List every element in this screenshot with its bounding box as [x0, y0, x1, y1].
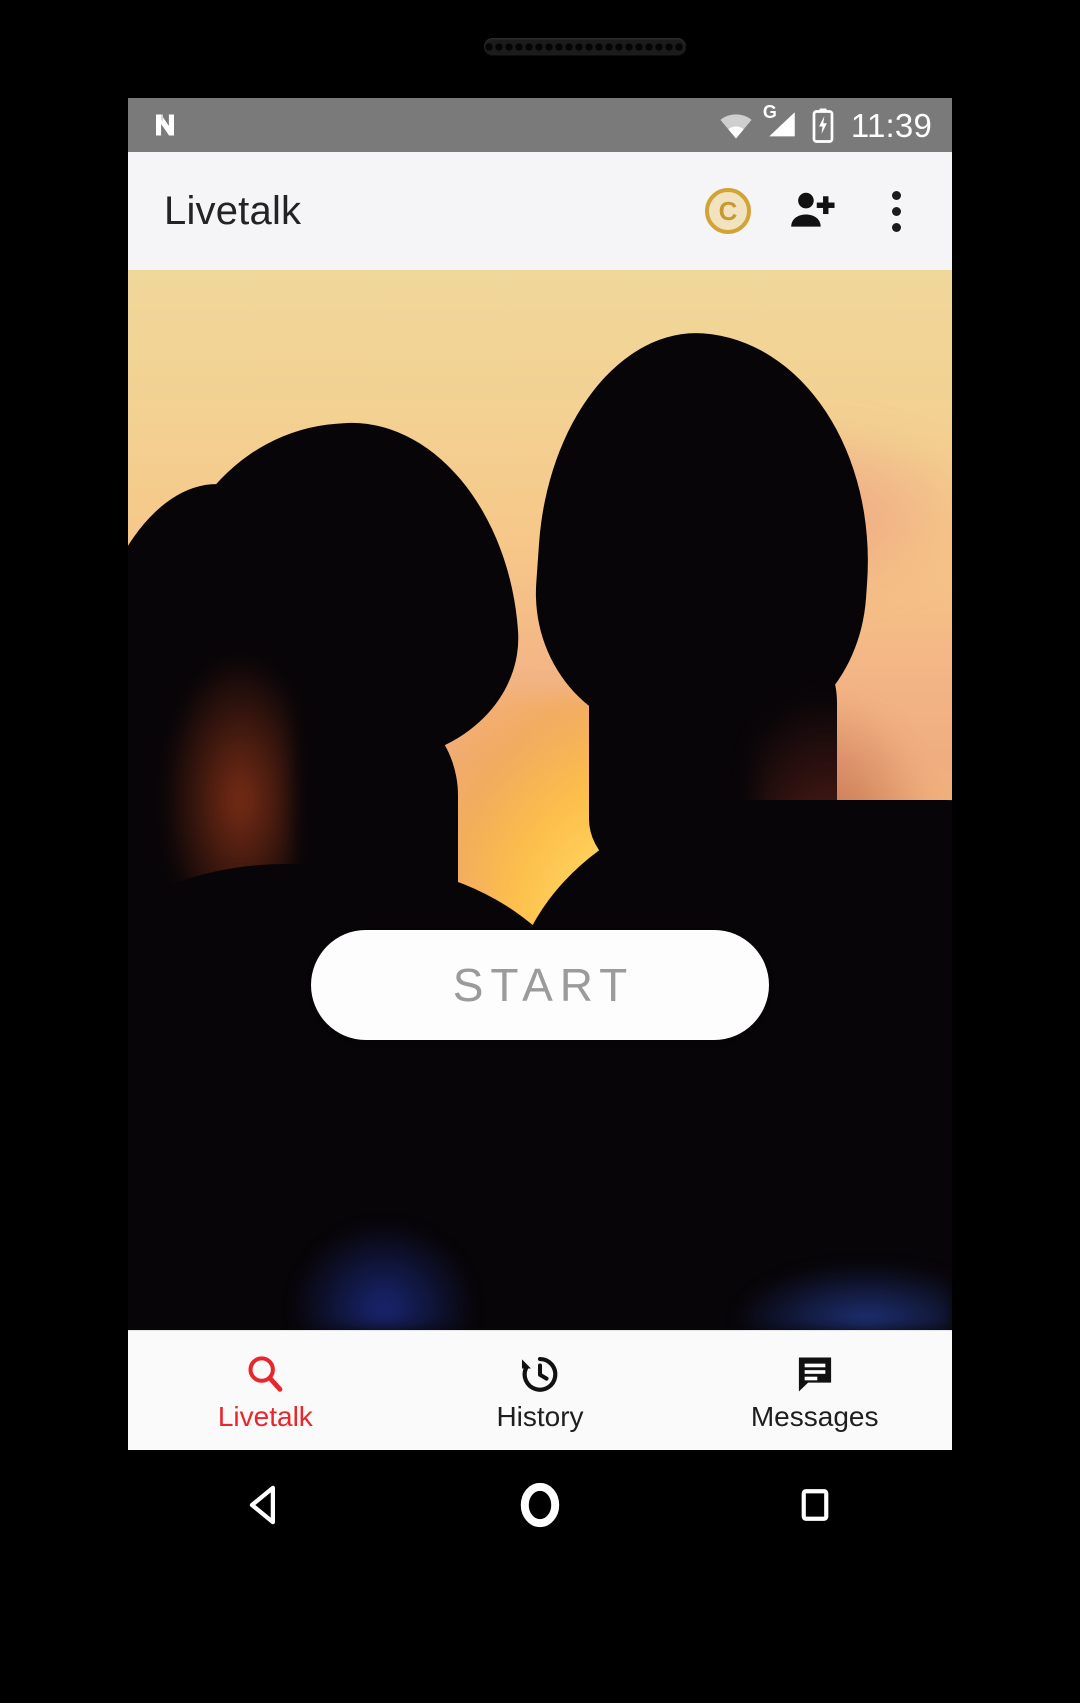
nav-item-messages[interactable]: Messages	[677, 1331, 952, 1450]
wifi-icon	[720, 114, 752, 139]
app-title: Livetalk	[164, 188, 302, 233]
android-system-navigation-bar	[128, 1450, 952, 1560]
coin-icon: C	[705, 188, 751, 234]
blue-fabric-highlight-right	[737, 1266, 952, 1330]
android-n-logo-icon	[156, 114, 174, 136]
status-bar-clock: 11:39	[850, 106, 932, 144]
battery-charging-icon	[812, 108, 834, 143]
system-recents-button[interactable]	[760, 1450, 870, 1560]
earpiece-speaker-grille	[484, 38, 686, 55]
back-triangle-icon	[250, 1485, 276, 1525]
recents-square-icon	[801, 1489, 828, 1521]
dot	[891, 206, 901, 216]
dot	[891, 190, 901, 200]
nav-item-livetalk[interactable]: Livetalk	[128, 1331, 403, 1450]
app-bar: Livetalk C	[128, 152, 952, 270]
overflow-menu-button[interactable]	[854, 169, 938, 253]
chat-bubble-icon	[792, 1351, 838, 1397]
nav-label-messages: Messages	[750, 1401, 879, 1432]
person-add-icon	[791, 192, 835, 227]
status-bar-right: G 11:39	[719, 103, 932, 144]
network-type-label: G	[762, 102, 777, 122]
search-icon	[243, 1351, 287, 1397]
start-button[interactable]: START	[311, 930, 769, 1040]
status-bar-left	[150, 107, 186, 143]
system-home-button[interactable]	[485, 1450, 595, 1560]
add-friend-button[interactable]	[770, 169, 854, 253]
nav-item-history[interactable]: History	[403, 1331, 678, 1450]
nav-label-livetalk: Livetalk	[217, 1401, 313, 1432]
coin-letter: C	[718, 196, 738, 226]
phone-screen: G 11:39 Livetalk C START Livetalk Histor…	[128, 98, 952, 1450]
status-bar: G 11:39	[128, 98, 952, 152]
nav-label-history: History	[496, 1401, 584, 1432]
blue-fabric-highlight	[292, 1224, 475, 1330]
more-vert-icon	[891, 190, 901, 232]
home-circle-icon	[520, 1482, 560, 1528]
bottom-navigation-bar: Livetalk History Messages	[128, 1330, 952, 1450]
dot	[891, 222, 901, 232]
cellular-signal-group: G	[763, 103, 799, 141]
credits-coin-button[interactable]: C	[686, 169, 770, 253]
history-clock-icon	[517, 1351, 563, 1397]
start-button-label: START	[452, 959, 635, 1011]
hero-photo: START	[128, 270, 952, 1330]
system-back-button[interactable]	[210, 1450, 320, 1560]
app-bar-actions: C	[686, 169, 938, 253]
